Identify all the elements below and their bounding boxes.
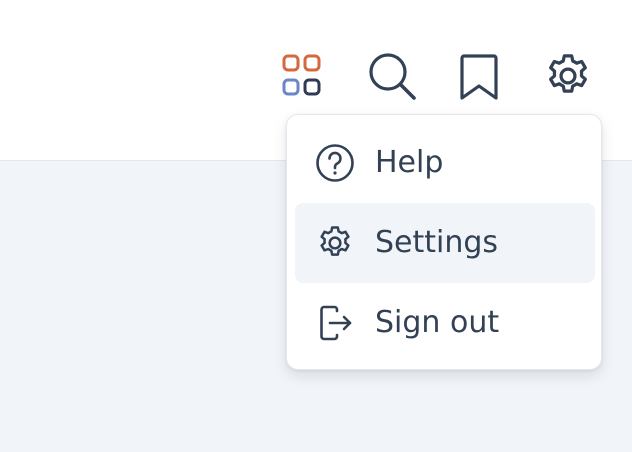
- search-button[interactable]: [366, 50, 418, 102]
- apps-button[interactable]: [278, 50, 330, 102]
- menu-item-help[interactable]: Help: [295, 123, 595, 203]
- sign-out-icon: [320, 305, 352, 341]
- menu-item-label: Help: [375, 145, 444, 180]
- menu-item-settings[interactable]: Settings: [295, 203, 595, 283]
- gear-icon: [320, 226, 350, 256]
- search-icon: [369, 53, 416, 100]
- user-dropdown-menu: Help Settings Sign out: [286, 114, 602, 370]
- apps-icon: [282, 54, 321, 96]
- menu-item-sign-out[interactable]: Sign out: [295, 283, 595, 363]
- settings-icon: [549, 54, 587, 93]
- menu-item-label: Settings: [375, 225, 499, 260]
- settings-button[interactable]: [542, 50, 594, 102]
- bookmark-icon: [460, 54, 498, 100]
- bookmark-button[interactable]: [454, 50, 506, 102]
- help-circle-icon: [316, 144, 354, 182]
- menu-item-label: Sign out: [375, 305, 500, 340]
